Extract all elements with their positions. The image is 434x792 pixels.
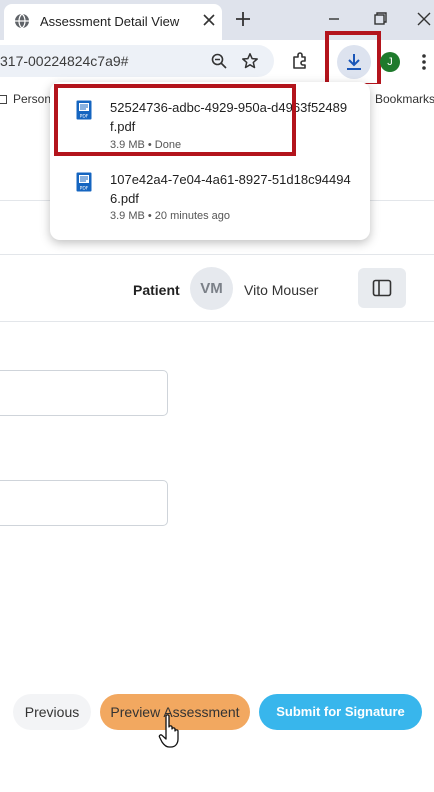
patient-label: Patient [133,282,180,298]
form-field-1[interactable] [0,370,168,416]
address-bar[interactable]: 317-00224824c7a9# [0,45,274,77]
tab-title: Assessment Detail View [40,14,180,29]
minimize-icon[interactable] [322,8,346,30]
divider [0,254,434,255]
all-bookmarks-link[interactable]: Bookmarks [375,92,434,106]
svg-text:PDF: PDF [80,186,89,192]
profile-avatar[interactable]: J [380,52,400,72]
patient-name: Vito Mouser [244,282,319,298]
bookmark-page-icon [0,95,7,104]
extensions-icon[interactable] [290,51,310,71]
new-tab-icon[interactable] [232,8,254,30]
divider [0,321,434,322]
submit-for-signature-button[interactable]: Submit for Signature [259,694,422,730]
download-filename: 107e42a4-7e04-4a61-8927-51d18c944946.pdf [110,172,351,206]
close-tab-icon[interactable] [200,11,218,29]
download-item-highlight [54,84,296,156]
download-item[interactable]: PDF 107e42a4-7e04-4a61-8927-51d18c944946… [50,162,370,232]
bookmark-label: Person [13,92,52,106]
pdf-file-icon: PDF [76,172,92,192]
globe-icon [15,13,29,29]
previous-button[interactable]: Previous [13,694,91,730]
close-window-icon[interactable] [412,8,434,30]
patient-avatar: VM [190,267,233,310]
sidebar-panel-icon [372,279,392,297]
restore-icon[interactable] [367,8,391,30]
toggle-sidebar-button[interactable] [358,268,406,308]
hand-cursor-icon [158,714,179,748]
downloads-button-highlight [325,31,381,87]
form-field-2[interactable] [0,480,168,526]
menu-dots-icon[interactable] [419,51,429,73]
download-meta: 3.9 MB • 20 minutes ago [110,210,231,222]
zoom-icon[interactable] [210,52,228,70]
url-text: 317-00224824c7a9# [0,53,129,69]
bookmark-item[interactable]: Person [0,92,51,106]
tab-assessment-detail[interactable]: Assessment Detail View [4,4,222,40]
star-icon[interactable] [241,52,259,70]
